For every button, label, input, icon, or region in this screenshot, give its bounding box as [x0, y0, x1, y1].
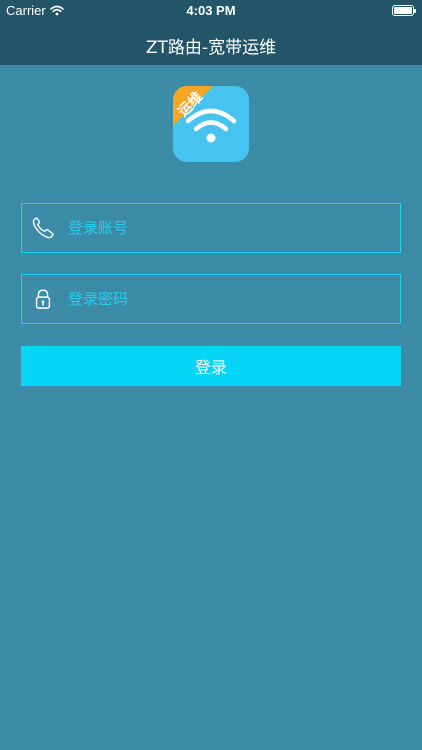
- app-logo: 运维: [173, 86, 249, 162]
- status-bar: Carrier 4:03 PM: [0, 0, 422, 22]
- password-input[interactable]: [68, 275, 400, 323]
- phone-icon: [32, 217, 54, 239]
- account-field[interactable]: [21, 203, 401, 253]
- login-button[interactable]: 登录: [21, 346, 401, 386]
- header: Carrier 4:03 PM ZT路由-宽带运维: [0, 0, 422, 65]
- lock-icon: [35, 289, 51, 309]
- battery-icon: [392, 5, 416, 16]
- status-time: 4:03 PM: [186, 3, 236, 18]
- account-input[interactable]: [68, 204, 400, 252]
- password-field[interactable]: [21, 274, 401, 324]
- wifi-icon: 运维: [173, 86, 237, 143]
- page-title: ZT路由-宽带运维: [145, 38, 277, 58]
- battery-level: [394, 7, 412, 14]
